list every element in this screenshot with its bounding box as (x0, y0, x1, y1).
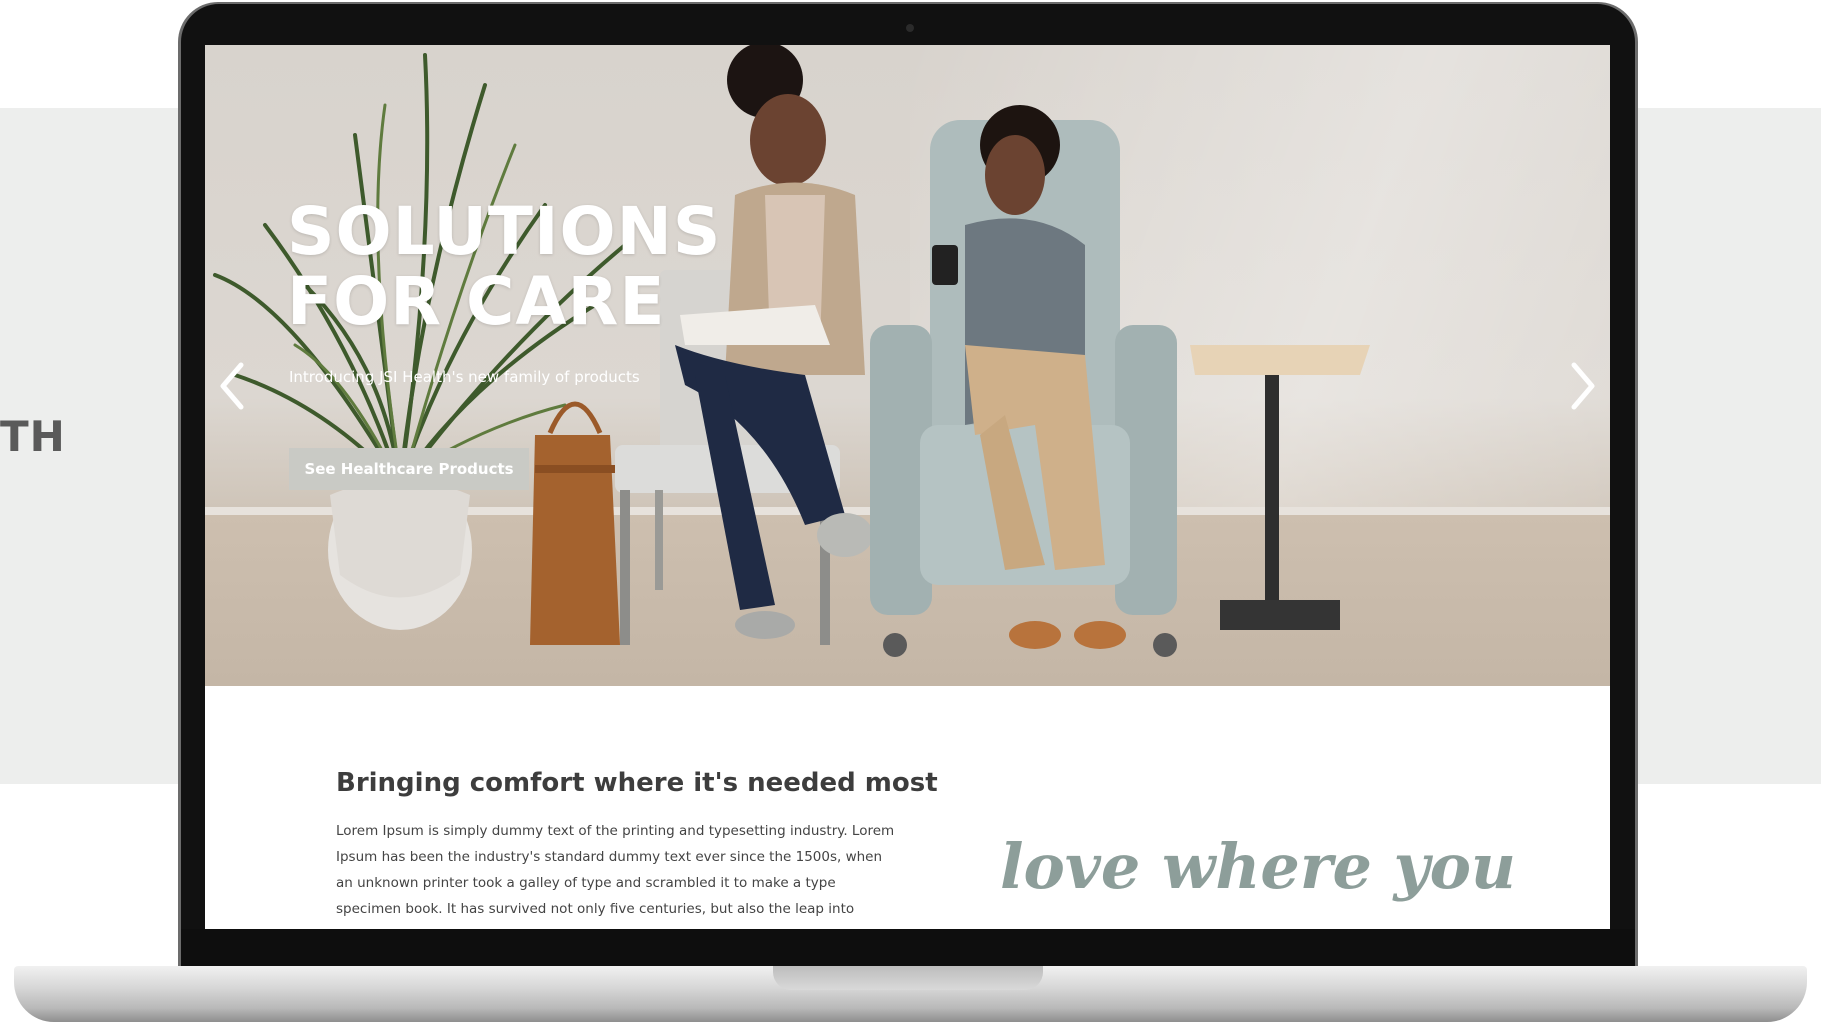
chevron-right-icon (1571, 362, 1595, 410)
woman-illustration (675, 45, 873, 639)
laptop-bottom-bezel (181, 929, 1635, 969)
camera-icon (906, 24, 914, 32)
background-side-text: TH (0, 412, 66, 461)
script-tagline: love where you (1000, 830, 1517, 903)
hero-banner: SOLUTIONS FOR CARE Introducing JSI Healt… (205, 45, 1610, 686)
hero-title: SOLUTIONS FOR CARE (287, 197, 721, 337)
carousel-next-button[interactable] (1560, 355, 1606, 417)
side-table-illustration (1190, 345, 1370, 630)
laptop-screen: SOLUTIONS FOR CARE Introducing JSI Healt… (205, 45, 1610, 929)
handbag-illustration (530, 401, 620, 645)
laptop-base-notch (773, 966, 1043, 990)
section-body-text: Lorem Ipsum is simply dummy text of the … (336, 823, 895, 917)
hero-title-line-2: FOR CARE (287, 263, 666, 340)
hero-title-line-1: SOLUTIONS (287, 193, 722, 270)
chevron-left-icon (220, 362, 244, 410)
hero-subtitle: Introducing JSI Health's new family of p… (289, 368, 640, 386)
section-heading: Bringing comfort where it's needed most (336, 768, 938, 798)
see-healthcare-products-button[interactable]: See Healthcare Products (289, 448, 529, 490)
hero-photo (213, 45, 1370, 657)
carousel-prev-button[interactable] (209, 355, 255, 417)
